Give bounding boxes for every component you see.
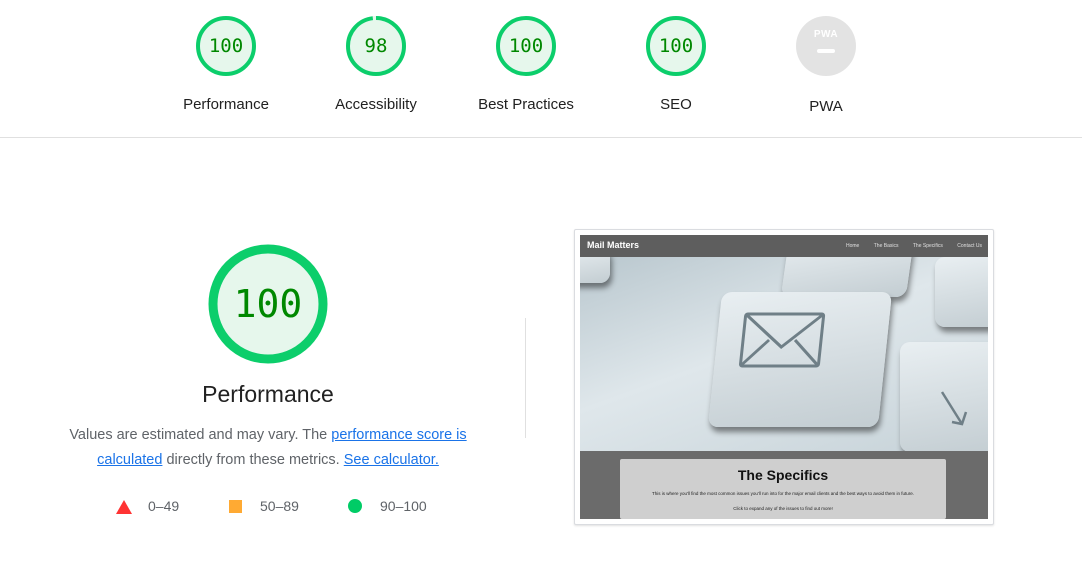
score-ring: 100 <box>494 14 558 78</box>
category-gauges: 100 Performance 98 Accessibility 100 Bes… <box>0 0 1082 138</box>
gauge-score: 98 <box>364 35 388 57</box>
performance-description: Values are estimated and may vary. The p… <box>48 423 488 473</box>
arrow-icon <box>940 391 968 426</box>
site-nav-item: Contact Us <box>957 243 982 249</box>
site-nav: Home The Basics The Specifics Contact Us <box>833 243 982 249</box>
description-text: Values are estimated and may vary. The <box>69 427 332 443</box>
content-heading: The Specifics <box>737 467 829 483</box>
performance-score: 100 <box>233 282 303 326</box>
description-text: directly from these metrics. <box>162 452 344 468</box>
site-nav-item: The Basics <box>873 243 899 249</box>
gauge-performance[interactable]: 100 Performance <box>151 14 301 113</box>
keyboard-key <box>580 257 610 283</box>
gauge-label: Accessibility <box>335 96 417 113</box>
keyboard-key <box>935 257 988 327</box>
legend-average-range: 50–89 <box>260 498 299 514</box>
content-card: The Specifics This is where you'll find … <box>620 459 946 519</box>
site-header: Mail Matters Home The Basics The Specifi… <box>580 235 988 257</box>
gauge-best-practices[interactable]: 100 Best Practices <box>451 14 601 113</box>
gauge-score: 100 <box>208 35 244 57</box>
gauge-accessibility[interactable]: 98 Accessibility <box>301 14 451 113</box>
content-text: This is where you'll find the most commo… <box>651 491 915 496</box>
gauge-label: SEO <box>660 96 692 113</box>
pwa-icon: PWA <box>796 16 856 76</box>
final-screenshot[interactable]: Mail Matters Home The Basics The Specifi… <box>574 229 994 525</box>
gauge-label: Performance <box>183 96 269 113</box>
pwa-badge: PWA <box>794 16 858 80</box>
site-nav-item: Home <box>846 243 860 249</box>
square-icon <box>229 500 242 513</box>
see-calculator-link[interactable]: See calculator. <box>344 452 439 468</box>
envelope-icon <box>739 312 826 368</box>
legend-pass-range: 90–100 <box>380 498 427 514</box>
envelope-key <box>707 292 893 427</box>
circle-icon <box>348 499 362 513</box>
gauge-score: 100 <box>658 35 694 57</box>
pwa-badge-text: PWA <box>813 29 839 40</box>
triangle-icon <box>116 500 132 514</box>
site-content: The Specifics This is where you'll find … <box>580 451 988 519</box>
arrow-key <box>900 342 988 451</box>
site-title: Mail Matters <box>587 240 640 250</box>
gauge-pwa[interactable]: PWA PWA <box>751 14 901 115</box>
pwa-dash-icon <box>817 49 835 53</box>
section-divider <box>525 318 526 438</box>
gauge-label: PWA <box>809 98 843 115</box>
performance-gauge-large: 100 <box>207 243 329 365</box>
content-text: Click to expand any of the issues to fin… <box>733 506 833 511</box>
screenshot-image: Mail Matters Home The Basics The Specifi… <box>580 235 988 519</box>
gauge-seo[interactable]: 100 SEO <box>601 14 751 113</box>
keyboard-key <box>780 257 915 297</box>
score-ring: 100 <box>644 14 708 78</box>
site-nav-item: The Specifics <box>912 243 943 249</box>
score-ring: 98 <box>344 14 408 78</box>
gauge-score: 100 <box>508 35 544 57</box>
performance-title: Performance <box>202 381 334 407</box>
score-ring: 100 <box>194 14 258 78</box>
gauge-label: Best Practices <box>478 96 574 113</box>
hero-keyboard-image <box>580 257 988 451</box>
legend-fail-range: 0–49 <box>148 498 180 514</box>
